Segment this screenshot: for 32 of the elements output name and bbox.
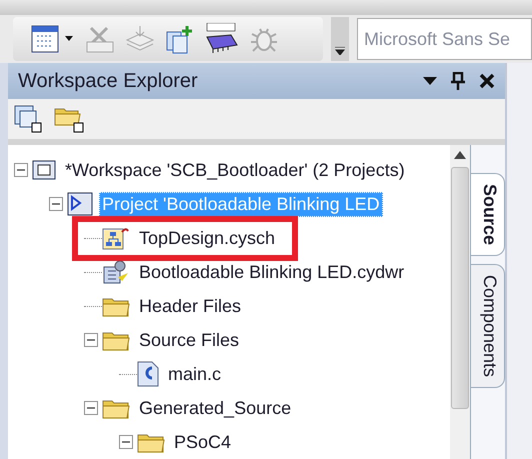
tree-item[interactable]: TopDesign.cysch (136, 226, 278, 250)
panel-title: Workspace Explorer (18, 70, 199, 92)
tree-item[interactable]: main.c (165, 362, 224, 386)
project-icon (67, 192, 93, 216)
calendar-icon[interactable] (31, 24, 75, 54)
collapse-toggle[interactable] (84, 401, 98, 415)
side-tab[interactable]: Source (471, 173, 505, 256)
collapse-toggle[interactable] (84, 333, 98, 347)
tree-item[interactable]: PSoC4 (171, 430, 234, 454)
properties-icon[interactable] (14, 105, 42, 133)
add-copy-icon[interactable] (165, 24, 195, 54)
overflow-arrow-icon (335, 47, 345, 55)
toolbar-overflow-button[interactable] (331, 17, 349, 61)
close-icon[interactable] (479, 73, 495, 89)
chip-icon[interactable] (205, 23, 239, 55)
dropdown-icon[interactable] (423, 77, 437, 85)
tree-item[interactable]: Header Files (136, 294, 244, 318)
workspace-icon (32, 160, 56, 180)
pin-icon[interactable] (451, 72, 465, 90)
tree-item[interactable]: Source Files (136, 328, 242, 352)
resources-icon (102, 259, 130, 285)
collapse-toggle[interactable] (14, 163, 28, 177)
schematic-icon (102, 226, 130, 250)
side-tab[interactable]: Components (471, 264, 505, 388)
tree-item[interactable]: *Workspace 'SCB_Bootloader' (2 Projects) (62, 158, 408, 182)
c-file-icon (137, 361, 159, 387)
scrollbar[interactable] (450, 145, 470, 459)
collapse-toggle[interactable] (119, 435, 133, 449)
collapse-toggle[interactable] (49, 197, 63, 211)
tree-item[interactable]: Bootloadable Blinking LED.cydwr (136, 260, 408, 284)
tree-item[interactable]: Generated_Source (136, 396, 294, 420)
scroll-up-icon[interactable] (454, 151, 466, 159)
